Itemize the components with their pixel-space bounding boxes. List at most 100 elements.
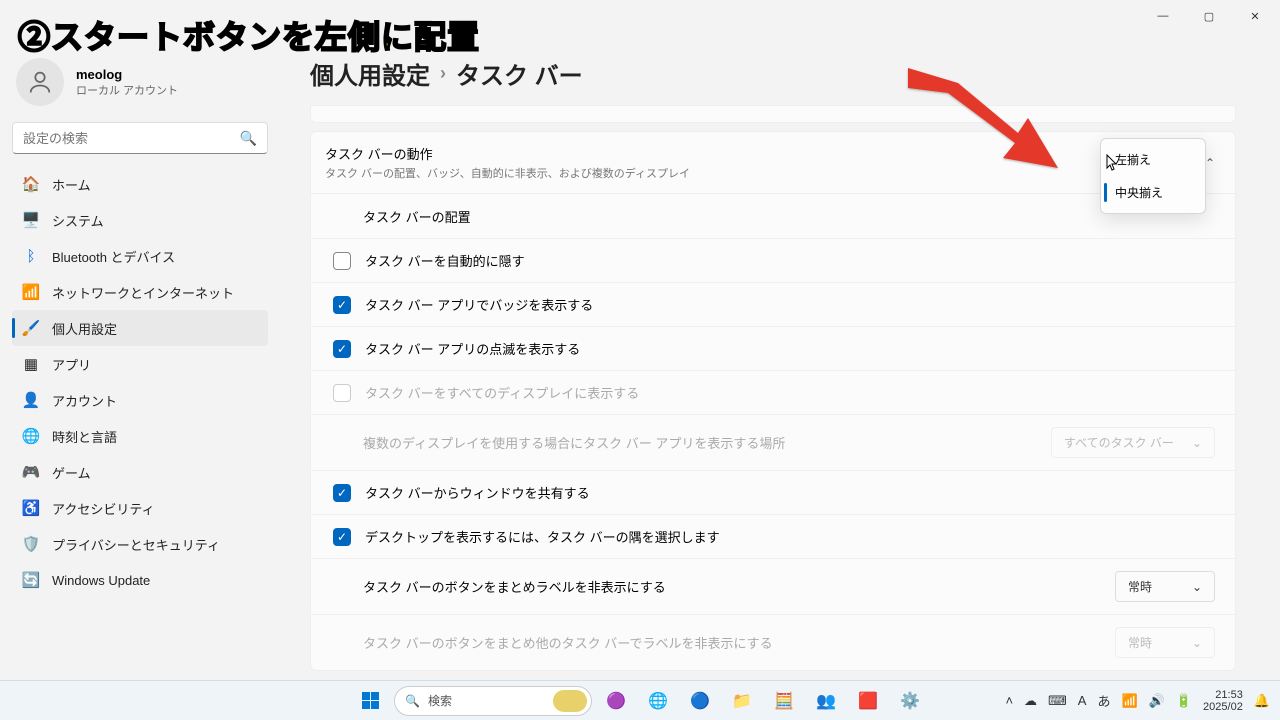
calculator-icon: 🧮	[774, 691, 794, 711]
edge-button[interactable]: 🔵	[682, 683, 718, 719]
brush-icon: 🖌️	[22, 319, 40, 337]
chevron-down-icon: ⌄	[1192, 580, 1202, 594]
battery-icon[interactable]: 🔋	[1176, 693, 1192, 709]
game-icon: 🎮	[22, 463, 40, 481]
chevron-down-icon: ⌄	[1192, 436, 1202, 450]
copilot-icon: 🟣	[606, 691, 626, 711]
bluetooth-icon: ᛒ	[22, 247, 40, 265]
search-icon: 🔍	[405, 694, 420, 708]
account-icon: 👤	[22, 391, 40, 409]
nav: 🏠ホーム 🖥️システム ᛒBluetooth とデバイス 📶ネットワークとインタ…	[12, 166, 268, 598]
update-icon: 🔄	[22, 571, 40, 589]
desktop-checkbox[interactable]: ✓	[333, 528, 351, 546]
nav-access[interactable]: ♿アクセシビリティ	[12, 490, 268, 526]
search-icon: 🔍	[240, 130, 257, 147]
ime-lang[interactable]: A	[1078, 693, 1087, 708]
maximize-button[interactable]: ▢	[1186, 0, 1232, 32]
main-content: 個人用設定 › タスク バー タスク バーの動作 タスク バーの配置、バッジ、自…	[280, 32, 1280, 680]
row-autohide: タスク バーを自動的に隠す	[311, 238, 1235, 282]
globe-icon: 🌐	[22, 427, 40, 445]
minimize-button[interactable]: —	[1140, 0, 1186, 32]
teams-button[interactable]: 👥	[808, 683, 844, 719]
start-button[interactable]	[352, 683, 388, 719]
row-combine: タスク バーのボタンをまとめラベルを非表示にする 常時 ⌄	[311, 558, 1235, 614]
autohide-checkbox[interactable]	[333, 252, 351, 270]
volume-icon[interactable]: 🔊	[1149, 693, 1165, 709]
nav-network[interactable]: 📶ネットワークとインターネット	[12, 274, 268, 310]
user-block[interactable]: meolog ローカル アカウント	[12, 50, 268, 122]
close-button[interactable]: ✕	[1232, 0, 1278, 32]
flash-checkbox[interactable]: ✓	[333, 340, 351, 358]
alignment-dropdown: 左揃え 中央揃え	[1100, 138, 1206, 214]
teams-icon: 👥	[816, 691, 836, 711]
user-sub: ローカル アカウント	[76, 82, 178, 98]
combine-select[interactable]: 常時 ⌄	[1115, 571, 1215, 602]
chrome-button[interactable]: 🌐	[640, 683, 676, 719]
cursor-icon	[1106, 154, 1120, 175]
nav-account[interactable]: 👤アカウント	[12, 382, 268, 418]
section-subtitle: タスク バーの配置、バッジ、自動的に非表示、および複数のディスプレイ	[325, 165, 690, 181]
notifications-icon[interactable]: 🔔	[1254, 693, 1270, 709]
nav-bluetooth[interactable]: ᛒBluetooth とデバイス	[12, 238, 268, 274]
annotation-overlay: ②スタートボタンを左側に配置	[18, 12, 480, 58]
alldisplays-checkbox	[333, 384, 351, 402]
apps-icon: ▦	[22, 355, 40, 373]
accessibility-icon: ♿	[22, 499, 40, 517]
share-checkbox[interactable]: ✓	[333, 484, 351, 502]
multidisp-select: すべてのタスク バー ⌄	[1051, 427, 1215, 458]
avatar	[16, 58, 64, 106]
row-alignment: タスク バーの配置	[311, 194, 1235, 238]
nav-privacy[interactable]: 🛡️プライバシーとセキュリティ	[12, 526, 268, 562]
settings-button[interactable]: ⚙️	[892, 683, 928, 719]
system-icon: 🖥️	[22, 211, 40, 229]
chevron-down-icon: ⌄	[1192, 636, 1202, 650]
row-combine-other: タスク バーのボタンをまとめ他のタスク バーでラベルを非表示にする 常時 ⌄	[311, 614, 1235, 670]
keyboard-icon[interactable]: ⌨	[1048, 693, 1067, 709]
search-input[interactable]	[23, 131, 240, 146]
nav-apps[interactable]: ▦アプリ	[12, 346, 268, 382]
badge-checkbox[interactable]: ✓	[333, 296, 351, 314]
row-desktop: ✓ デスクトップを表示するには、タスク バーの隅を選択します	[311, 514, 1235, 558]
nav-game[interactable]: 🎮ゲーム	[12, 454, 268, 490]
sidebar: meolog ローカル アカウント 🔍 🏠ホーム 🖥️システム ᛒBluetoo…	[0, 32, 280, 680]
alignment-label: タスク バーの配置	[363, 207, 1215, 226]
taskbar-tray: ˄ ☁ ⌨ A あ 📶 🔊 🔋 21:53 2025/02 🔔	[1005, 689, 1270, 713]
row-share: ✓ タスク バーからウィンドウを共有する	[311, 470, 1235, 514]
nav-system[interactable]: 🖥️システム	[12, 202, 268, 238]
taskbar-search[interactable]: 🔍 検索	[394, 686, 592, 716]
edge-icon: 🔵	[690, 691, 710, 711]
folder-icon: 📁	[732, 691, 752, 711]
row-flash: ✓ タスク バー アプリの点滅を表示する	[311, 326, 1235, 370]
footer-links: 🔍ヘルプを表示 📣フィードバックの送信	[310, 671, 1236, 680]
onedrive-icon[interactable]: ☁	[1024, 693, 1037, 709]
clock[interactable]: 21:53 2025/02	[1203, 689, 1243, 713]
prev-section-stub	[310, 105, 1236, 123]
taskbar-center: 🔍 検索 🟣 🌐 🔵 📁 🧮 👥 🟥 ⚙️	[352, 683, 928, 719]
explorer-button[interactable]: 📁	[724, 683, 760, 719]
ime-mode[interactable]: あ	[1097, 691, 1110, 710]
copilot-button[interactable]: 🟣	[598, 683, 634, 719]
wifi-tray-icon[interactable]: 📶	[1121, 693, 1137, 709]
nav-time[interactable]: 🌐時刻と言語	[12, 418, 268, 454]
row-multidisp: 複数のディスプレイを使用する場合にタスク バー アプリを表示する場所 すべてのタ…	[311, 414, 1235, 470]
section-header[interactable]: タスク バーの動作 タスク バーの配置、バッジ、自動的に非表示、および複数のディ…	[310, 131, 1236, 194]
dropdown-option-center[interactable]: 中央揃え	[1101, 176, 1205, 209]
taskbar: 🔍 検索 🟣 🌐 🔵 📁 🧮 👥 🟥 ⚙️ ˄ ☁ ⌨ A あ 📶 🔊 🔋 21…	[0, 680, 1280, 720]
chevron-up-icon: ⌃	[1205, 156, 1215, 170]
section-title: タスク バーの動作	[325, 144, 690, 163]
person-icon	[26, 68, 54, 96]
windows-icon	[362, 692, 379, 709]
section-body: タスク バーの配置 タスク バーを自動的に隠す ✓ タスク バー アプリでバッジ…	[310, 194, 1236, 671]
nav-home[interactable]: 🏠ホーム	[12, 166, 268, 202]
tray-chevron-icon[interactable]: ˄	[1005, 693, 1013, 708]
nav-update[interactable]: 🔄Windows Update	[12, 562, 268, 598]
combine-other-select: 常時 ⌄	[1115, 627, 1215, 658]
search-input-wrapper[interactable]: 🔍	[12, 122, 268, 154]
app1-button[interactable]: 🟥	[850, 683, 886, 719]
breadcrumb-parent[interactable]: 個人用設定	[310, 56, 430, 91]
calc-button[interactable]: 🧮	[766, 683, 802, 719]
nav-personalize[interactable]: 🖌️個人用設定	[12, 310, 268, 346]
breadcrumb-current: タスク バー	[456, 56, 583, 91]
row-alldisplays: タスク バーをすべてのディスプレイに表示する	[311, 370, 1235, 414]
shield-icon: 🛡️	[22, 535, 40, 553]
